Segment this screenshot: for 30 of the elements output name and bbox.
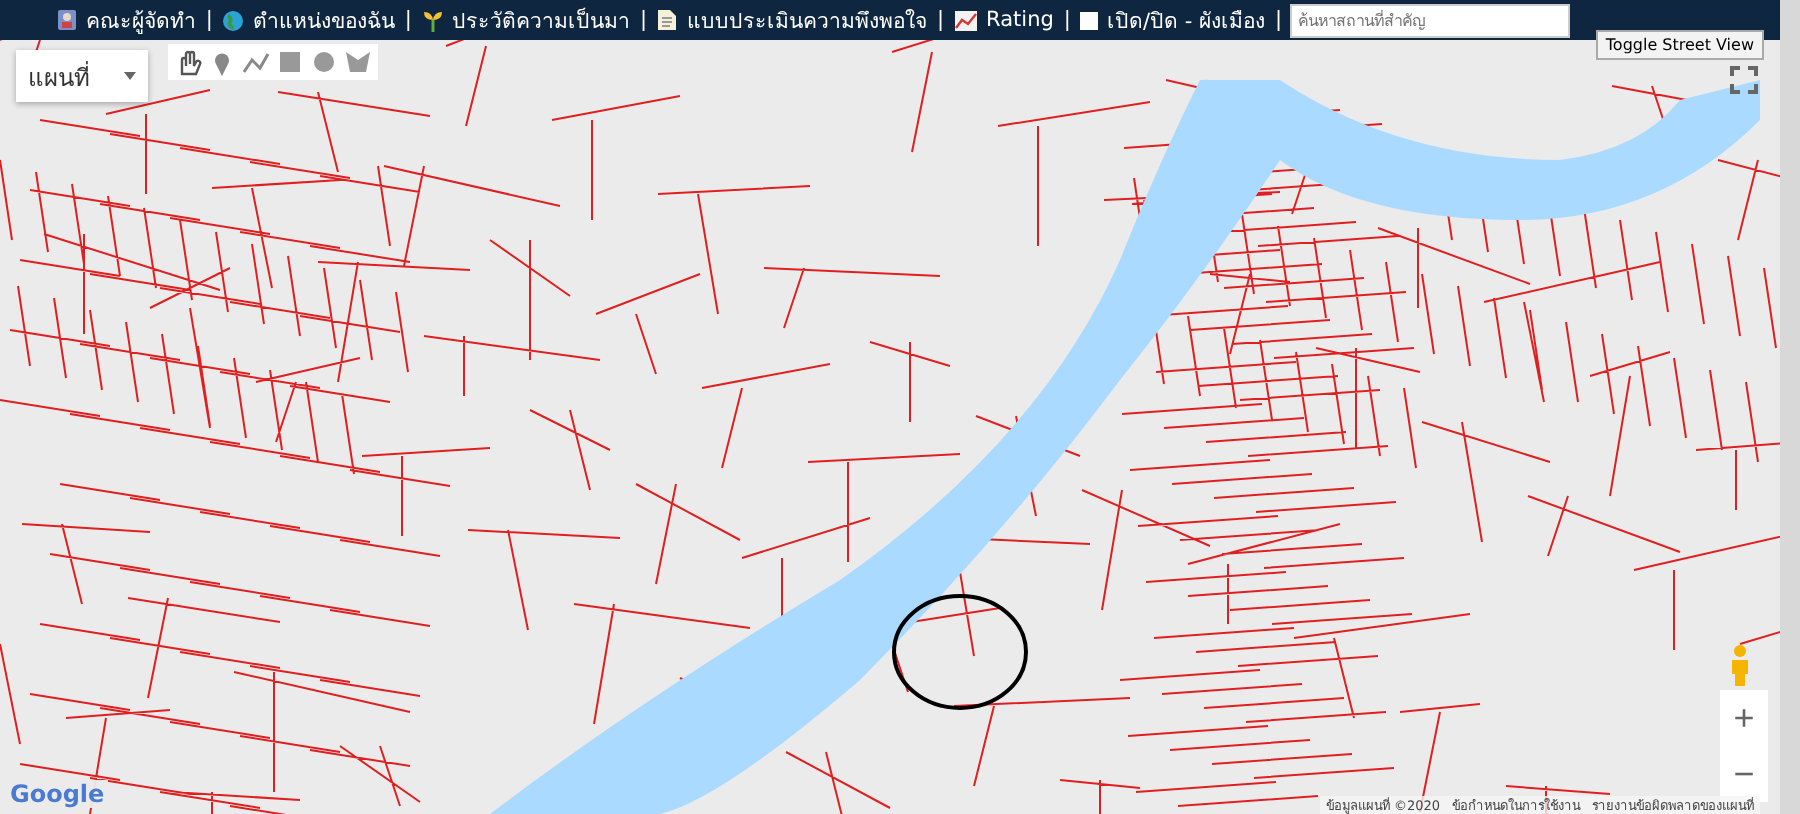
polygon-tool-icon[interactable]	[344, 48, 372, 76]
line-tool-icon[interactable]	[242, 48, 270, 76]
caret-icon	[124, 72, 136, 80]
map-type-dropdown[interactable]: แผนที่	[16, 50, 148, 102]
document-icon	[656, 8, 679, 32]
google-logo: Google	[6, 780, 109, 808]
checkbox[interactable]	[1080, 11, 1099, 29]
nav-link-label[interactable]: แบบประเมินความพึงพอใจ	[686, 3, 927, 37]
separator: |	[404, 8, 412, 32]
fullscreen-icon[interactable]	[1730, 66, 1758, 94]
square-tool-icon[interactable]	[276, 48, 304, 76]
separator: |	[1063, 8, 1071, 32]
globe-icon	[222, 9, 245, 31]
circle-tool-icon[interactable]	[310, 48, 338, 76]
nav-link-label[interactable]: ประวัติความเป็นมา	[451, 3, 630, 37]
separator: |	[1274, 8, 1282, 32]
nav-link-label[interactable]: ตำแหน่งของฉัน	[252, 3, 395, 37]
nav-link-label[interactable]: คณะผู้จัดทำ	[85, 3, 196, 37]
search-field[interactable]: ค้นหาสถานที่สำคัญ	[1290, 3, 1570, 37]
toggle-street-view-button[interactable]: Toggle Street View	[1595, 30, 1764, 60]
separator: |	[639, 8, 647, 32]
nav-link-label[interactable]: Rating	[986, 8, 1054, 32]
sprout-icon	[421, 8, 444, 32]
separator: |	[205, 8, 213, 32]
scrollbar[interactable]	[1780, 0, 1800, 814]
separator: |	[936, 8, 945, 32]
map-type-value: แผนที่	[28, 59, 90, 95]
chart-icon	[954, 9, 979, 31]
checkbox-label[interactable]: เปิด/ปิด - ผังเมือง	[1106, 3, 1265, 37]
person-icon	[55, 8, 78, 32]
